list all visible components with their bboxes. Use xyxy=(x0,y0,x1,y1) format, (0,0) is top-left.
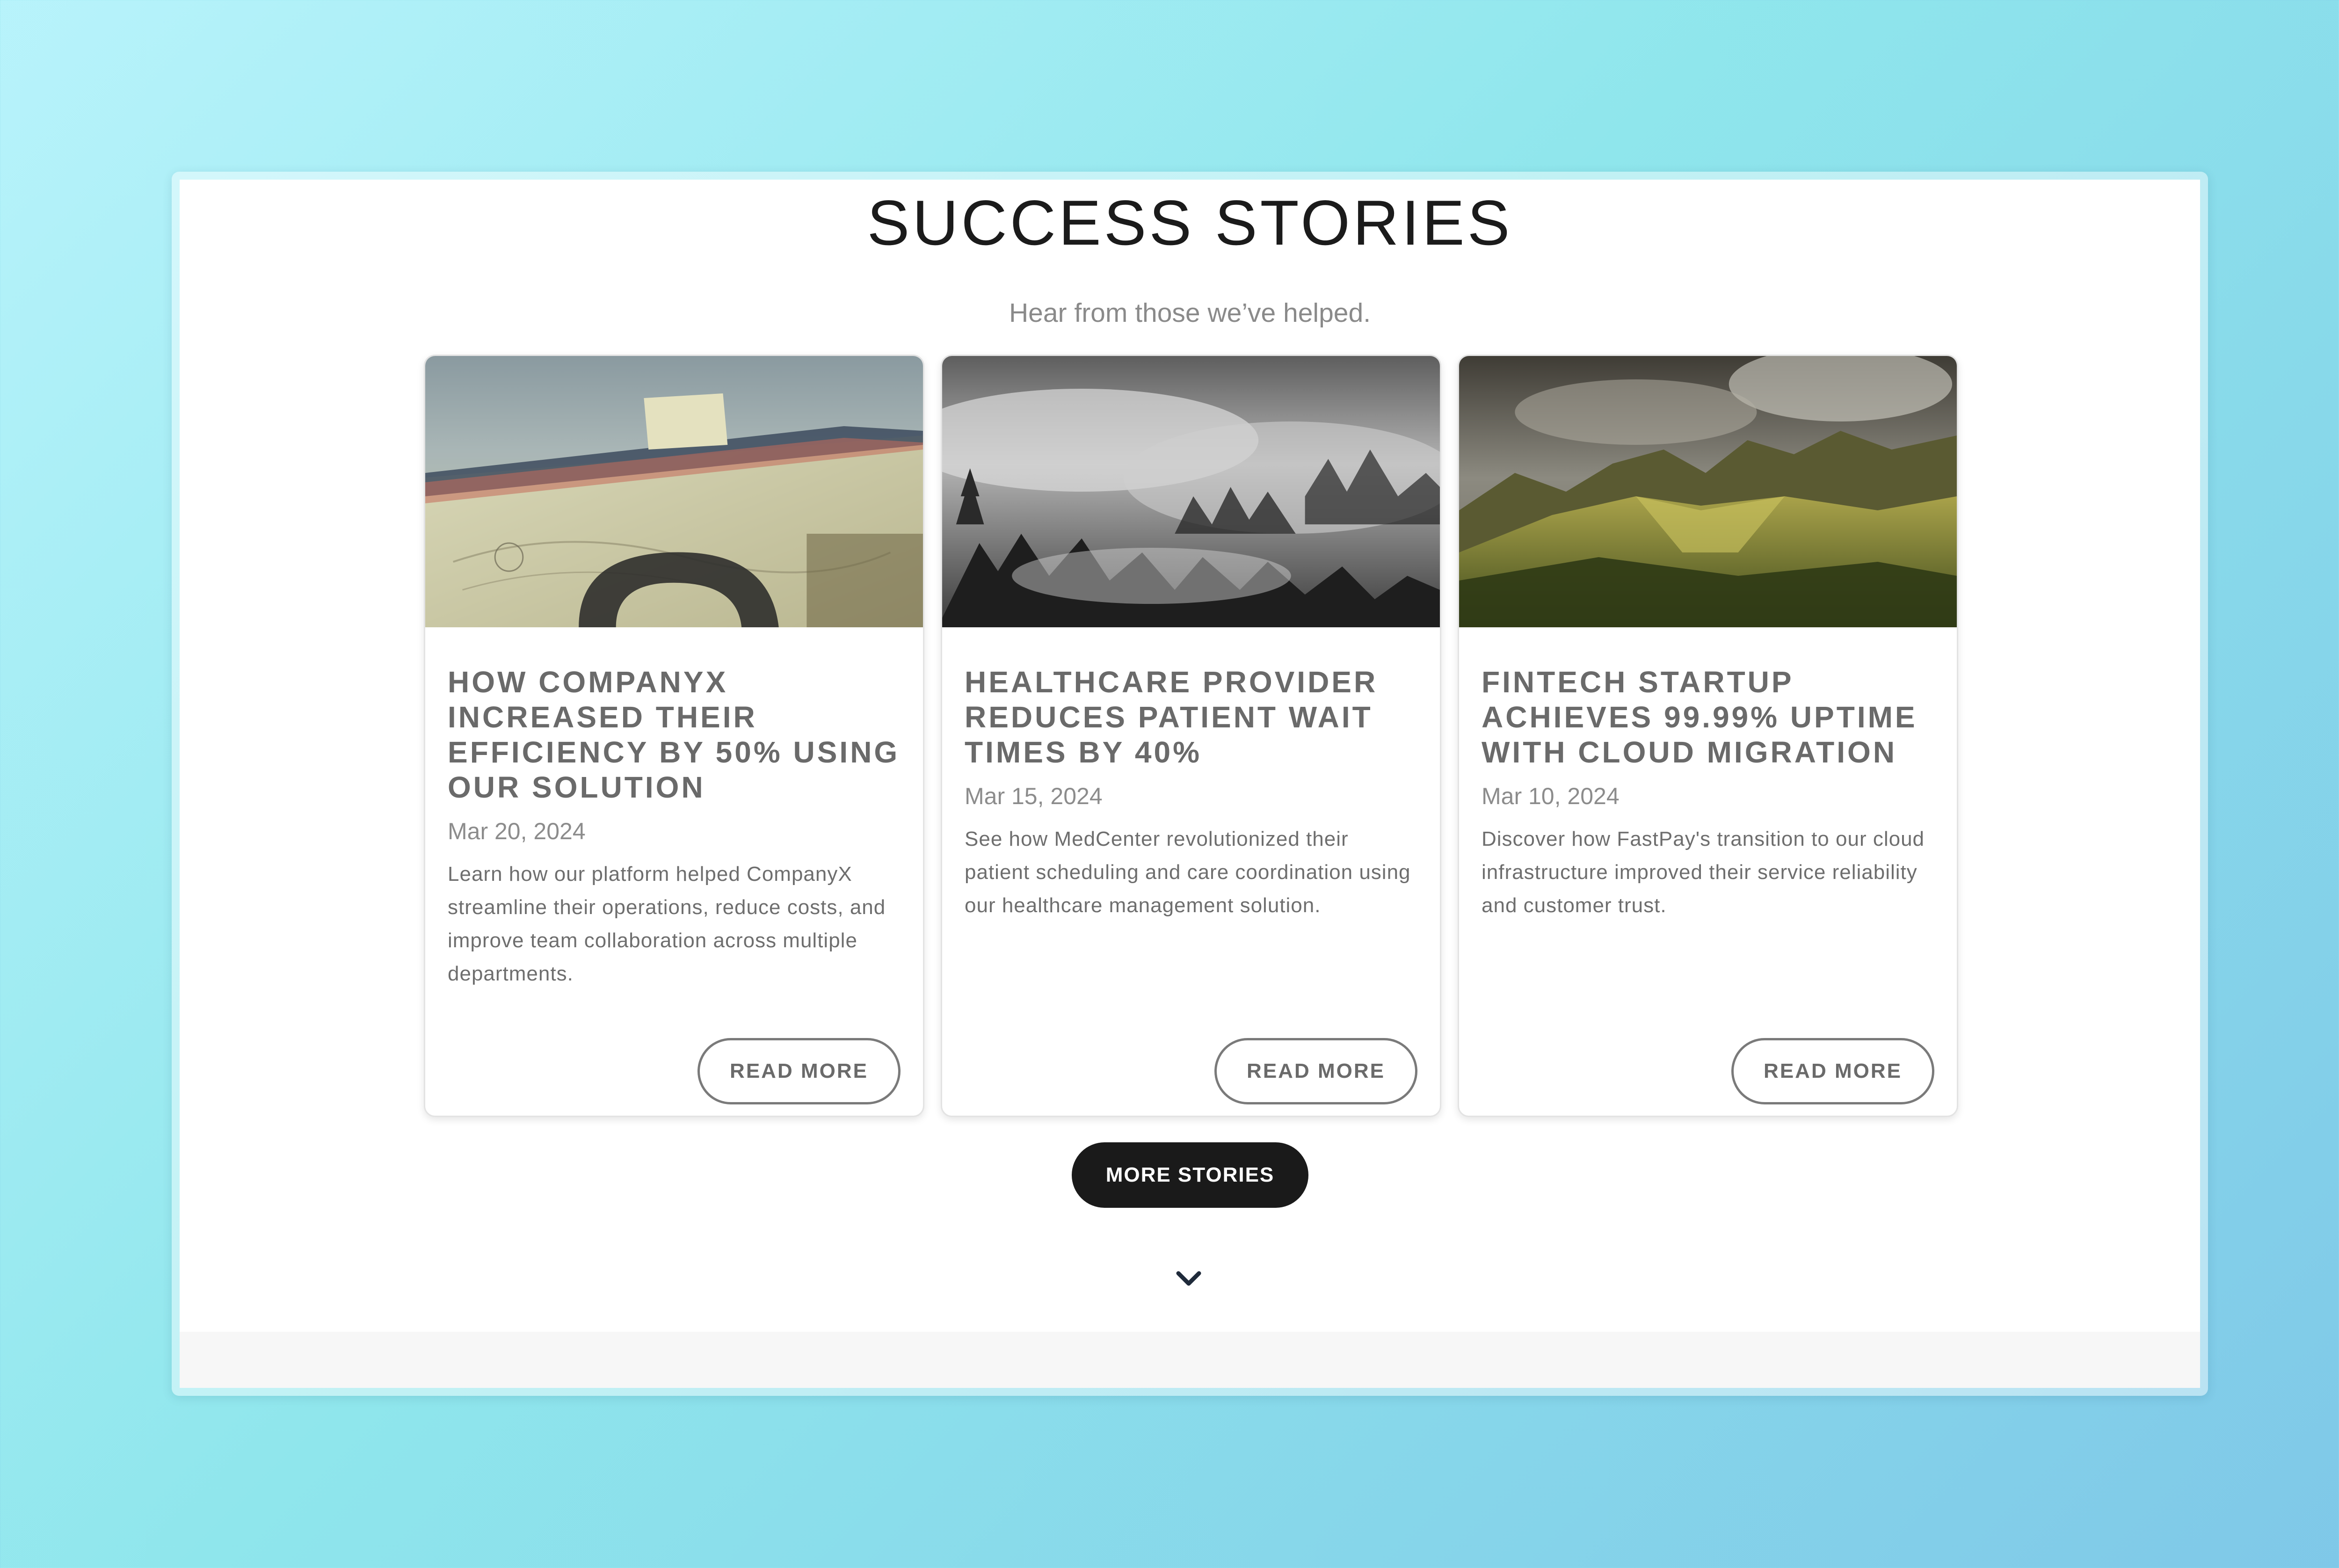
story-title: HOW COMPANYX INCREASED THEIR EFFICIENCY … xyxy=(448,665,900,804)
story-card-body: HOW COMPANYX INCREASED THEIR EFFICIENCY … xyxy=(448,665,901,990)
read-more-button[interactable]: READ MORE xyxy=(697,1038,901,1104)
footer-strip xyxy=(180,1332,2200,1388)
section-subtitle: Hear from those we’ve helped. xyxy=(1009,298,1371,328)
story-title: FINTECH STARTUP ACHIEVES 99.99% UPTIME W… xyxy=(1482,665,1918,769)
story-image-blueprint xyxy=(425,356,923,627)
story-card: HOW COMPANYX INCREASED THEIR EFFICIENCY … xyxy=(424,355,924,1117)
story-excerpt: Learn how our platform helped CompanyX s… xyxy=(448,863,886,985)
story-date: Mar 20, 2024 xyxy=(448,818,586,844)
section-title: SUCCESS STORIES xyxy=(867,187,1513,258)
story-image-mountains xyxy=(1459,356,1957,627)
read-more-button[interactable]: READ MORE xyxy=(1214,1038,1417,1104)
story-card-body: HEALTHCARE PROVIDER REDUCES PATIENT WAIT… xyxy=(965,665,1417,922)
story-card-body: FINTECH STARTUP ACHIEVES 99.99% UPTIME W… xyxy=(1482,665,1934,922)
story-date: Mar 10, 2024 xyxy=(1482,783,1620,809)
chevron-down-icon[interactable] xyxy=(1175,1270,1203,1288)
story-image-forest xyxy=(942,356,1440,627)
success-stories-section: SUCCESS STORIES Hear from those we’ve he… xyxy=(180,180,2200,1388)
story-excerpt: See how MedCenter revolutionized their p… xyxy=(965,828,1411,917)
story-excerpt: Discover how FastPay's transition to our… xyxy=(1482,828,1925,917)
more-stories-button[interactable]: MORE STORIES xyxy=(1072,1142,1308,1208)
story-date: Mar 15, 2024 xyxy=(965,783,1103,809)
story-card: HEALTHCARE PROVIDER REDUCES PATIENT WAIT… xyxy=(941,355,1441,1117)
story-card: FINTECH STARTUP ACHIEVES 99.99% UPTIME W… xyxy=(1458,355,1958,1117)
story-title: HEALTHCARE PROVIDER REDUCES PATIENT WAIT… xyxy=(965,665,1378,769)
read-more-button[interactable]: READ MORE xyxy=(1731,1038,1934,1104)
